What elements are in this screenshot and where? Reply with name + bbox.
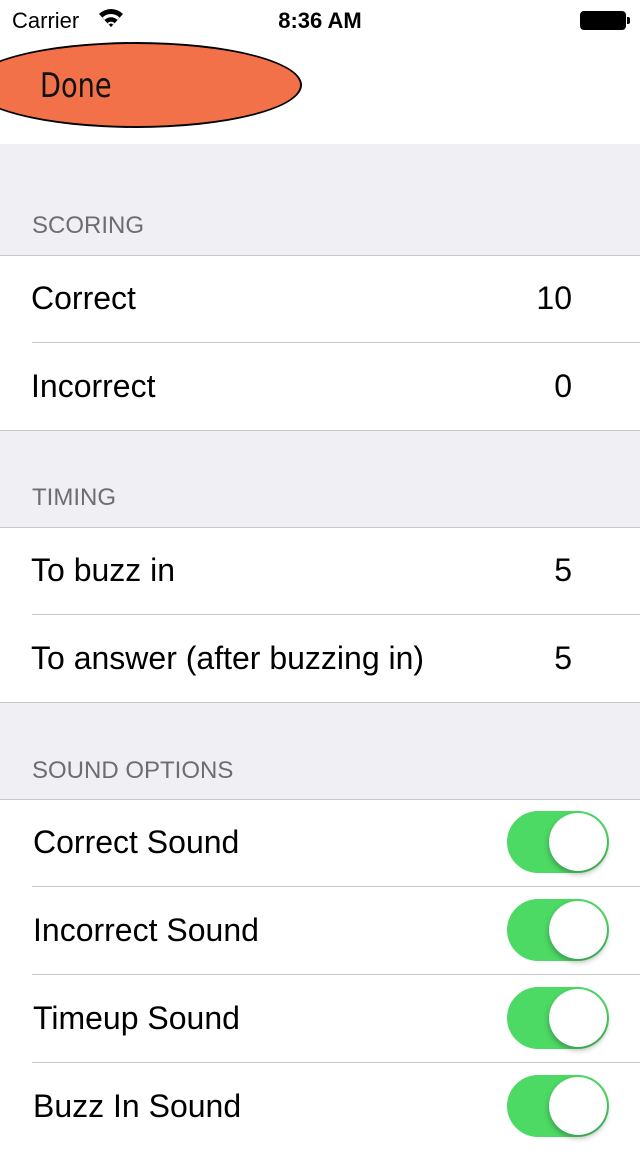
row-label: Incorrect — [31, 368, 156, 404]
row-label: To buzz in — [31, 552, 176, 588]
navigation-bar: Done — [0, 40, 640, 144]
status-bar: Carrier 8:36 AM — [0, 0, 640, 40]
row-label: Buzz In Sound — [33, 1088, 242, 1124]
row-value: 5 — [554, 552, 572, 588]
section-header-scoring: SCORING — [32, 212, 145, 239]
row-label: Correct Sound — [33, 824, 240, 860]
done-button[interactable]: Done — [0, 42, 302, 128]
row-incorrect[interactable]: Incorrect 0 — [0, 343, 640, 431]
section-header-timing: TIMING — [32, 484, 116, 511]
row-buzz-in-sound: Buzz In Sound — [0, 1063, 640, 1151]
buzz-in-sound-toggle[interactable] — [507, 1075, 609, 1137]
row-timeup-sound: Timeup Sound — [0, 975, 640, 1063]
row-incorrect-sound: Incorrect Sound — [0, 887, 640, 975]
row-label: Incorrect Sound — [33, 912, 259, 948]
row-correct-sound: Correct Sound — [0, 799, 640, 887]
incorrect-sound-toggle[interactable] — [507, 899, 609, 961]
section-header-sound: SOUND OPTIONS — [32, 757, 234, 784]
row-value: 5 — [554, 640, 572, 676]
row-label: Timeup Sound — [33, 1000, 240, 1036]
clock: 8:36 AM — [278, 8, 362, 33]
row-answer[interactable]: To answer (after buzzing in) 5 — [0, 615, 640, 703]
timeup-sound-toggle[interactable] — [507, 987, 609, 1049]
row-label: Correct — [31, 280, 136, 316]
row-buzz-in[interactable]: To buzz in 5 — [0, 527, 640, 615]
correct-sound-toggle[interactable] — [507, 811, 609, 873]
row-label: To answer (after buzzing in) — [31, 640, 425, 676]
row-correct[interactable]: Correct 10 — [0, 255, 640, 343]
battery-icon — [580, 11, 630, 30]
row-value: 0 — [554, 368, 572, 404]
done-label: Done — [40, 66, 112, 106]
row-value: 10 — [536, 280, 572, 316]
